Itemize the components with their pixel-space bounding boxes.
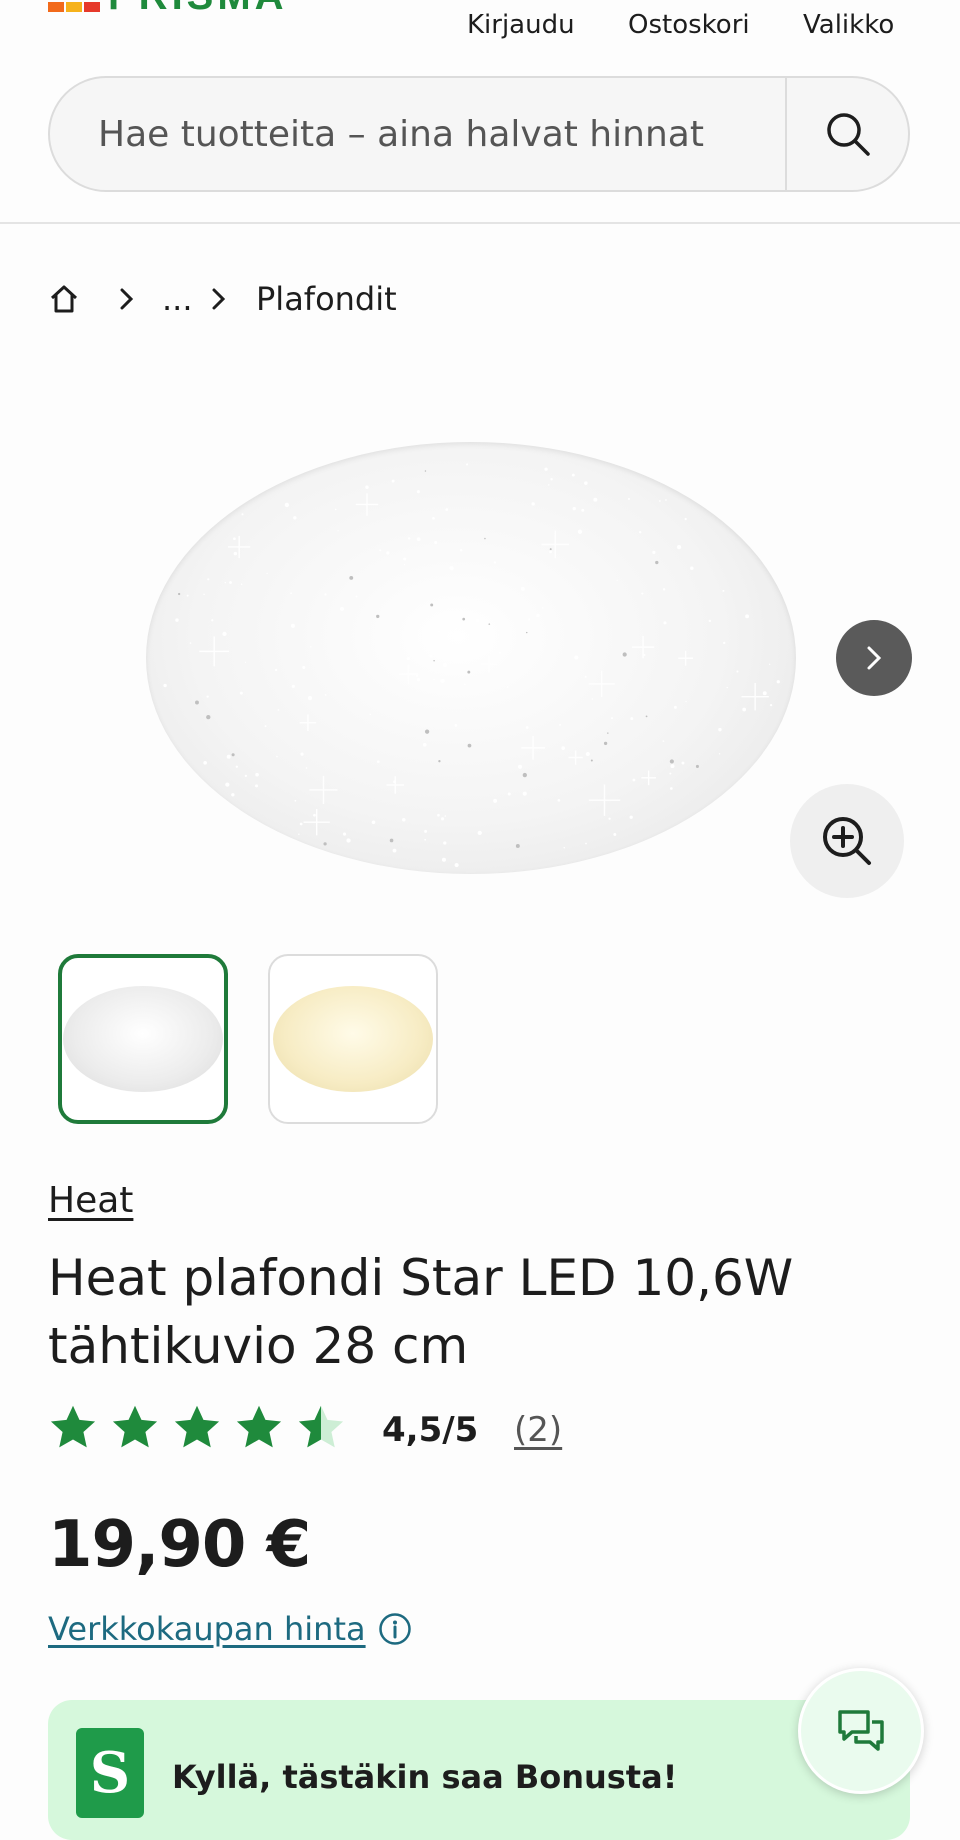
product-price: 19,90 € (48, 1508, 311, 1582)
search-input[interactable] (50, 78, 786, 190)
thumbnail-image (273, 986, 433, 1092)
logo-mark-yellow (66, 2, 82, 12)
login-link[interactable]: Kirjaudu (467, 10, 575, 40)
rating-value: 4,5/5 (382, 1410, 479, 1450)
zoom-in-icon (823, 817, 871, 865)
home-icon (50, 285, 78, 313)
logo-mark-red (84, 2, 100, 12)
cart-link[interactable]: Ostoskori (628, 10, 750, 40)
half-star-icon (298, 1405, 344, 1448)
search-button[interactable] (787, 78, 908, 190)
search-icon (826, 113, 870, 156)
next-image-button[interactable] (836, 620, 912, 696)
product-image[interactable] (146, 442, 796, 874)
star-icon (50, 1405, 96, 1448)
chat-button[interactable] (798, 1668, 924, 1794)
chevron-right-icon (867, 646, 882, 670)
breadcrumb-separator (116, 278, 138, 320)
menu-link[interactable]: Valikko (803, 10, 894, 40)
review-count-link[interactable]: (2) (514, 1410, 562, 1450)
online-price-note[interactable]: Verkkokaupan hinta (48, 1610, 412, 1648)
zoom-button[interactable] (790, 784, 904, 898)
brand-link[interactable]: Heat (48, 1180, 133, 1221)
chevron-right-icon (212, 288, 226, 310)
thumbnail-2[interactable] (268, 954, 438, 1124)
thumbnail-image (63, 986, 223, 1092)
star-icon (236, 1405, 282, 1448)
info-icon[interactable] (378, 1612, 412, 1646)
search-bar (48, 76, 910, 192)
s-group-logo: S (76, 1728, 144, 1818)
star-icon (112, 1405, 158, 1448)
logo-mark-orange (48, 2, 64, 12)
chat-icon (838, 1710, 884, 1751)
star-rating (48, 1404, 346, 1452)
product-title: Heat plafondi Star LED 10,6W tähtikuvio … (48, 1249, 794, 1375)
breadcrumb-home[interactable] (48, 278, 80, 320)
star-icon (174, 1405, 220, 1448)
breadcrumb-current[interactable]: Plafondit (256, 278, 397, 320)
logo-text: PRISMA (108, 0, 288, 12)
chevron-right-icon (120, 288, 134, 310)
breadcrumb-ellipsis[interactable]: ... (162, 278, 193, 320)
bonus-banner[interactable]: S Kyllä, tästäkin saa Bonusta! (48, 1700, 910, 1840)
header-divider (0, 222, 960, 224)
bonus-text: Kyllä, tästäkin saa Bonusta! (172, 1758, 678, 1796)
thumbnail-1[interactable] (58, 954, 228, 1124)
online-price-label[interactable]: Verkkokaupan hinta (48, 1610, 366, 1648)
breadcrumb-separator (208, 278, 230, 320)
prisma-logo[interactable]: PRISMA (48, 0, 298, 12)
star-pattern (163, 463, 780, 868)
